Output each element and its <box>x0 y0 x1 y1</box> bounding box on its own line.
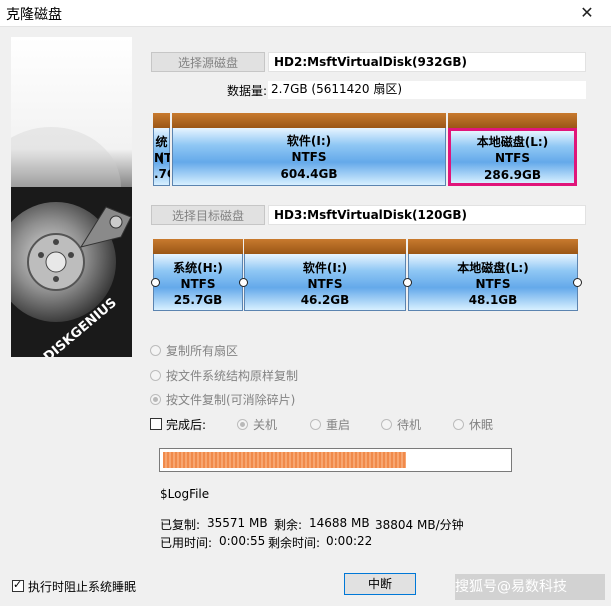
after-shutdown-option[interactable]: 关机 <box>237 415 277 433</box>
partition-size: 286.9GB <box>484 168 541 182</box>
radio-icon[interactable] <box>150 344 161 356</box>
window-title: 克隆磁盘 <box>6 7 62 23</box>
target-disk-name: HD3:MsftVirtualDisk(120GB) <box>268 205 586 225</box>
copy-mode-fs-structure[interactable]: 按文件系统结构原样复制 <box>150 366 298 384</box>
radio-label: 休眠 <box>469 417 494 432</box>
interrupt-button[interactable]: 中断 <box>344 573 416 595</box>
partition-fs: NTFS <box>475 277 511 291</box>
remaining-value: 14688 MB <box>309 516 370 530</box>
partition-fs: NTFS <box>291 150 327 164</box>
after-completion-checkbox-row[interactable]: 完成后: <box>150 415 206 433</box>
close-icon[interactable]: ✕ <box>575 0 599 26</box>
radio-label: 关机 <box>253 417 278 432</box>
partition-name: 软件(I:) <box>302 261 348 275</box>
partition-fs: NTFS <box>494 151 531 165</box>
elapsed-time-label: 已用时间: <box>160 536 213 550</box>
resize-handle-icon[interactable] <box>573 278 582 287</box>
prevent-sleep-label: 执行时阻止系统睡眠 <box>28 579 137 594</box>
watermark: 搜狐号@易数科技 <box>455 574 605 600</box>
partition-fs: NTF <box>154 151 170 165</box>
copied-value: 35571 MB <box>207 516 268 530</box>
partition-name: 本地磁盘(L:) <box>476 135 549 149</box>
partition-size: 604.4GB <box>280 167 338 181</box>
partition-fs: NTFS <box>307 277 343 291</box>
copy-mode-by-file[interactable]: 按文件复制(可消除碎片) <box>150 390 295 408</box>
hard-disk-illustration: DISKGENIUS <box>11 37 132 357</box>
source-partition-0[interactable]: 统( NTF .7C <box>153 113 170 186</box>
radio-icon[interactable] <box>150 369 161 381</box>
radio-icon[interactable] <box>381 418 392 430</box>
progress-fill <box>163 452 406 468</box>
copy-mode-all-sectors[interactable]: 复制所有扇区 <box>150 341 238 359</box>
source-partition-2-selected[interactable]: 本地磁盘(L:) NTFS 286.9GB <box>448 113 577 186</box>
after-completion-label: 完成后: <box>166 417 207 432</box>
radio-icon[interactable] <box>237 418 248 430</box>
copy-progress-bar <box>159 448 512 472</box>
radio-icon[interactable] <box>310 418 321 430</box>
select-target-disk-button[interactable]: 选择目标磁盘 <box>151 205 265 225</box>
source-disk-name: HD2:MsftVirtualDisk(932GB) <box>268 52 586 72</box>
data-amount-label: 数据量: <box>227 84 268 98</box>
current-file: $LogFile <box>160 487 210 501</box>
data-amount-value: 2.7GB (5611420 扇区) <box>268 81 586 99</box>
resize-handle-icon[interactable] <box>151 278 160 287</box>
copied-label: 已复制: <box>160 518 201 532</box>
checkbox-icon[interactable] <box>12 578 24 592</box>
remaining-time-label: 剩余时间: <box>268 536 321 550</box>
radio-label: 待机 <box>397 417 422 432</box>
source-disk-partition-map: 统( NTF .7C 软件(I:) NTFS 604.4GB 本地磁盘(L:) … <box>151 113 581 186</box>
resize-handle-icon[interactable] <box>403 278 412 287</box>
select-source-disk-button[interactable]: 选择源磁盘 <box>151 52 265 72</box>
source-partition-1[interactable]: 软件(I:) NTFS 604.4GB <box>172 113 446 186</box>
partition-name: 系统(H:) <box>173 261 223 275</box>
partition-size: .7C <box>154 167 170 181</box>
partition-size: 46.2GB <box>300 293 350 307</box>
partition-size: 25.7GB <box>173 293 223 307</box>
checkbox-icon[interactable] <box>150 418 162 430</box>
target-partition-1[interactable]: 软件(I:) NTFS 46.2GB <box>244 239 406 311</box>
partition-name: 软件(I:) <box>286 134 332 148</box>
after-hibernate-option[interactable]: 休眠 <box>453 415 493 433</box>
elapsed-time-value: 0:00:55 <box>219 534 266 548</box>
after-standby-option[interactable]: 待机 <box>381 415 421 433</box>
radio-label: 重启 <box>326 417 351 432</box>
target-disk-partition-map: 系统(H:) NTFS 25.7GB 软件(I:) NTFS 46.2GB 本地… <box>151 239 582 311</box>
title-bar: 克隆磁盘 ✕ <box>0 0 611 27</box>
hard-disk-image: DISKGENIUS <box>11 37 132 357</box>
target-partition-0[interactable]: 系统(H:) NTFS 25.7GB <box>153 239 243 311</box>
partition-fs: NTFS <box>180 277 216 291</box>
radio-label: 按文件系统结构原样复制 <box>166 368 299 383</box>
partition-name: 本地磁盘(L:) <box>457 261 529 275</box>
target-partition-2[interactable]: 本地磁盘(L:) NTFS 48.1GB <box>408 239 578 311</box>
radio-icon[interactable] <box>453 418 464 430</box>
partition-size: 48.1GB <box>468 293 518 307</box>
after-restart-option[interactable]: 重启 <box>310 415 350 433</box>
resize-handle-icon[interactable] <box>239 278 248 287</box>
copy-speed: 38804 MB/分钟 <box>375 518 464 532</box>
remaining-time-value: 0:00:22 <box>326 534 373 548</box>
radio-label: 按文件复制(可消除碎片) <box>166 392 296 407</box>
remaining-label: 剩余: <box>274 518 303 532</box>
radio-label: 复制所有扇区 <box>166 343 239 358</box>
radio-icon[interactable] <box>150 393 161 405</box>
prevent-sleep-checkbox-row[interactable]: 执行时阻止系统睡眠 <box>12 577 136 595</box>
